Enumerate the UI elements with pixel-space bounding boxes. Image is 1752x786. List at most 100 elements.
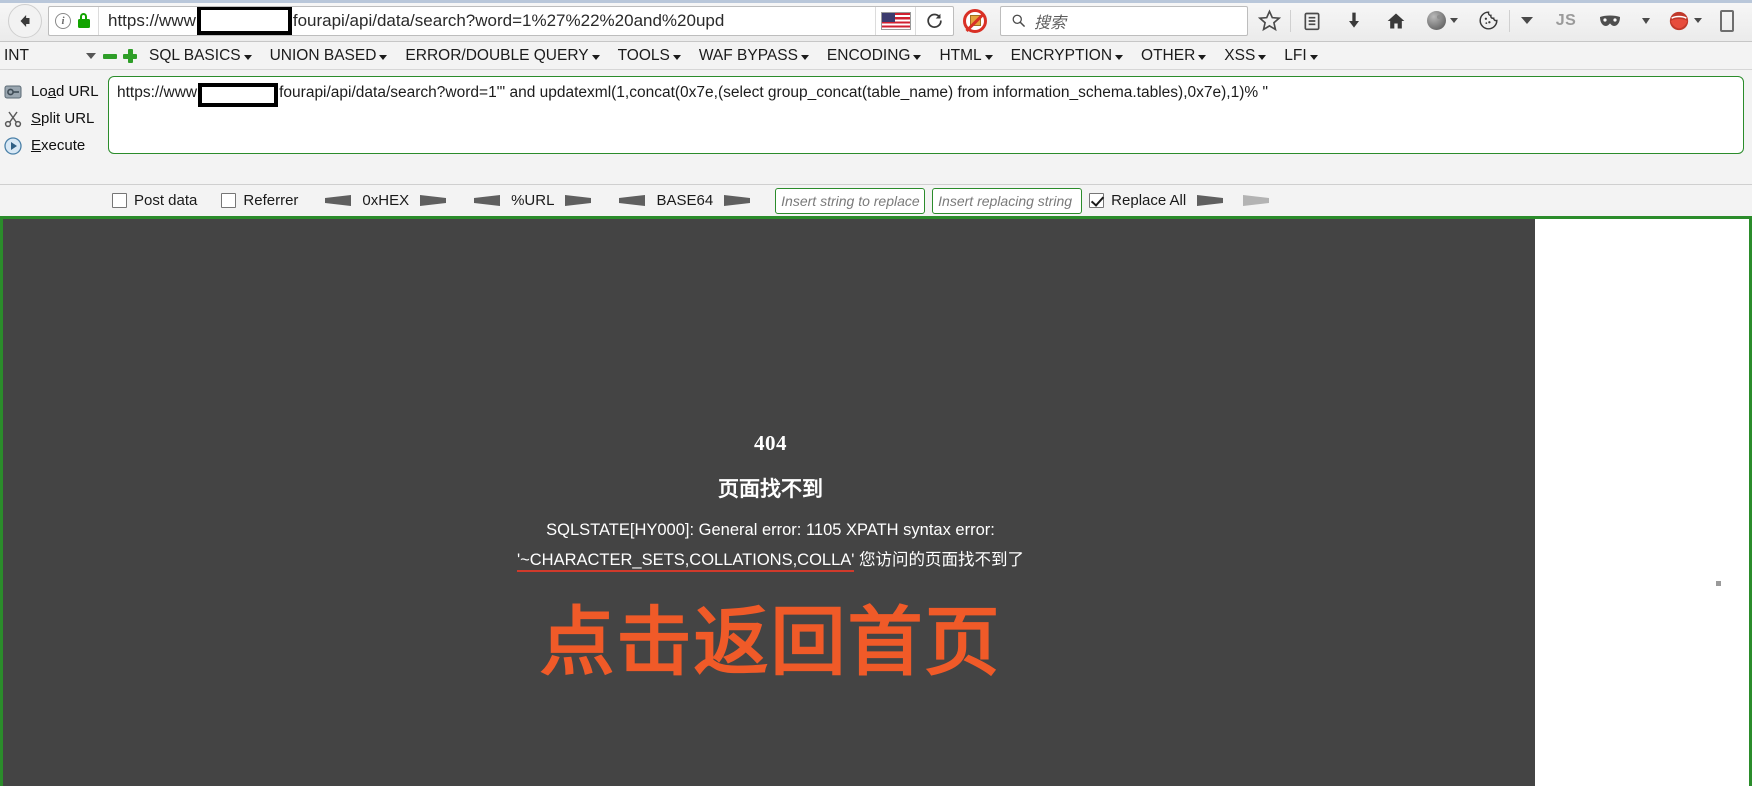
account-button[interactable] [1417, 2, 1467, 40]
menu-html[interactable]: HTML [930, 47, 1001, 65]
sidebar-panel-button[interactable] [1710, 2, 1744, 40]
search-bar[interactable]: 搜索 [1000, 6, 1248, 36]
page-artifact-dot [1716, 581, 1721, 586]
add-tab-button[interactable] [123, 49, 137, 63]
back-button[interactable] [8, 4, 42, 38]
load-url-icon [4, 83, 22, 101]
home-icon [1385, 11, 1407, 31]
post-data-checkbox[interactable] [112, 193, 127, 208]
url-decode-button[interactable] [471, 193, 501, 208]
downloads-button[interactable] [1333, 2, 1375, 40]
address-bar-url[interactable]: https://www fourapi/api/data/search?word… [99, 6, 875, 35]
menu-sql-basics[interactable]: SQL BASICS [140, 47, 261, 65]
caret-down-icon [1310, 55, 1318, 60]
cookie-icon [1478, 10, 1499, 31]
hackbar-options-bar: Post data Referrer 0xHEX %URL BASE64 Ins… [0, 185, 1752, 219]
caret-down-icon [1258, 55, 1266, 60]
replace-all-label: Replace All [1111, 192, 1186, 209]
caret-down-icon [1198, 55, 1206, 60]
base64-encode-button[interactable] [723, 193, 753, 208]
post-data-label: Post data [134, 192, 197, 209]
address-bar[interactable]: i https://www fourapi/api/data/search?wo… [48, 6, 954, 36]
hackbar-type-select[interactable]: INT [2, 45, 100, 67]
post-data-option[interactable]: Post data [112, 192, 197, 209]
site-identity-box[interactable]: i [49, 7, 99, 35]
referrer-option[interactable]: Referrer [221, 192, 298, 209]
error-title: 页面找不到 [3, 473, 1538, 503]
menu-lfi[interactable]: LFI [1275, 47, 1326, 65]
extension-overflow-caret[interactable] [1632, 2, 1660, 40]
caret-down-icon [913, 55, 921, 60]
replace-apply-button[interactable] [1196, 193, 1226, 208]
hex-decode-button[interactable] [322, 193, 352, 208]
error-message-tail: 您访问的页面找不到了 [854, 551, 1024, 569]
cookie-manager-button[interactable] [1467, 2, 1509, 40]
remove-tab-button[interactable] [103, 49, 117, 63]
menu-tools[interactable]: TOOLS [609, 47, 690, 65]
base64-label: BASE64 [656, 192, 713, 209]
error-leaked-value: '~CHARACTER_SETS,COLLATIONS,COLLA' [517, 551, 854, 572]
menu-label: HTML [939, 47, 981, 65]
return-home-link[interactable]: 点击返回首页 [3, 596, 1538, 690]
soda-extension-button[interactable] [1660, 2, 1710, 40]
lock-icon [77, 13, 90, 29]
referrer-checkbox[interactable] [221, 193, 236, 208]
library-icon [1302, 10, 1322, 32]
replace-with-input[interactable]: Insert replacing string [932, 188, 1082, 214]
page-blank-right-area [1535, 219, 1749, 786]
replace-apply-all-button[interactable] [1242, 193, 1272, 208]
soda-icon [1668, 10, 1690, 32]
search-input[interactable]: 搜索 [1034, 9, 1066, 33]
menu-encoding[interactable]: ENCODING [818, 47, 931, 65]
url-redaction-box [197, 6, 292, 35]
chevron-down-icon [86, 53, 96, 59]
execute-label: Execute [31, 137, 85, 154]
page-viewport: 404 页面找不到 SQLSTATE[HY000]: General error… [0, 219, 1752, 786]
reload-button[interactable] [915, 6, 953, 36]
menu-error-double-query[interactable]: ERROR/DOUBLE QUERY [396, 47, 608, 65]
chevron-down-icon [1642, 18, 1650, 24]
hackbar-url-input[interactable]: https://www fourapi/api/data/search?word… [108, 76, 1744, 154]
menu-xss[interactable]: XSS [1215, 47, 1275, 65]
chevron-down-icon [1694, 18, 1702, 23]
bookmark-button[interactable] [1248, 2, 1290, 40]
menu-label: UNION BASED [270, 47, 377, 65]
hackbar-url-payload: fourapi/api/data/search?word=1'" and upd… [279, 83, 1268, 103]
hackbar-url-area: https://www fourapi/api/data/search?word… [108, 76, 1752, 184]
hex-encode-button[interactable] [419, 193, 449, 208]
javascript-toggle-button[interactable]: JS [1544, 2, 1588, 40]
caret-down-icon [244, 55, 252, 60]
mask-extension-button[interactable] [1588, 2, 1632, 40]
menu-waf-bypass[interactable]: WAF BYPASS [690, 47, 818, 65]
split-url-button[interactable]: Split URL [0, 105, 108, 132]
noscript-button[interactable] [954, 2, 996, 40]
menu-other[interactable]: OTHER [1132, 47, 1215, 65]
chevron-down-icon [1521, 17, 1533, 24]
caret-down-icon [1115, 55, 1123, 60]
url-encode-button[interactable] [564, 193, 594, 208]
download-icon [1344, 10, 1364, 32]
browser-navigation-bar: i https://www fourapi/api/data/search?wo… [0, 0, 1752, 42]
js-label: JS [1556, 12, 1577, 30]
library-button[interactable] [1291, 2, 1333, 40]
replace-search-input[interactable]: Insert string to replace [775, 188, 925, 214]
replace-all-option[interactable]: Replace All [1089, 192, 1186, 209]
hackbar-url-redaction-box [198, 83, 278, 107]
replace-all-checkbox[interactable] [1089, 193, 1104, 208]
hex-label: 0xHEX [362, 192, 409, 209]
execute-button[interactable]: Execute [0, 132, 108, 159]
referrer-label: Referrer [243, 192, 298, 209]
menu-encryption[interactable]: ENCRYPTION [1002, 47, 1132, 65]
base64-decode-button[interactable] [616, 193, 646, 208]
menu-label: SQL BASICS [149, 47, 241, 65]
hackbar-url-prefix: https://www [117, 83, 197, 103]
page-info-icon[interactable]: i [55, 13, 71, 29]
overflow-menu-button[interactable] [1510, 2, 1544, 40]
load-url-button[interactable]: Load URL [0, 78, 108, 105]
menu-union-based[interactable]: UNION BASED [261, 47, 397, 65]
caret-down-icon [379, 55, 387, 60]
home-button[interactable] [1375, 2, 1417, 40]
hex-encode-group: 0xHEX [322, 192, 449, 209]
split-url-icon [4, 110, 22, 128]
translate-flag-button[interactable] [875, 6, 915, 36]
